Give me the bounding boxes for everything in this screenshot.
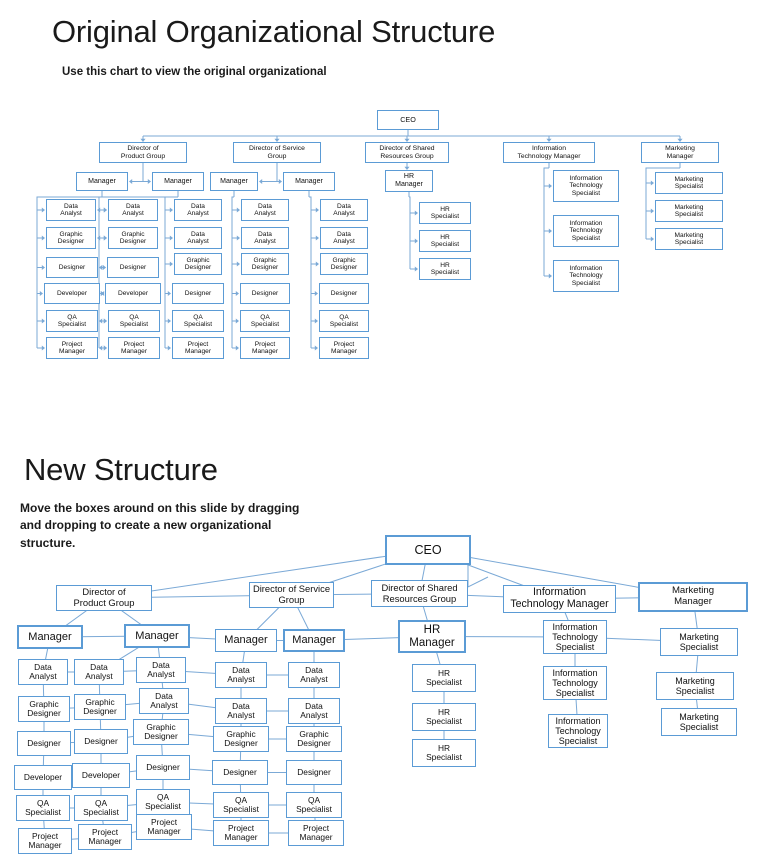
- org-node-information-technology-specialist[interactable]: Information Technology Specialist: [543, 620, 607, 654]
- org-node-designer[interactable]: Designer: [17, 731, 71, 756]
- org-node-data-analyst[interactable]: Data Analyst: [139, 688, 189, 714]
- org-node-designer[interactable]: Designer: [286, 760, 342, 785]
- org-node-director-of-shared-resources-group[interactable]: Director of Shared Resources Group: [371, 580, 468, 607]
- org-node-ceo[interactable]: CEO: [385, 535, 471, 565]
- org-node-project-manager[interactable]: Project Manager: [18, 828, 72, 854]
- org-node-qa-specialist[interactable]: QA Specialist: [286, 792, 342, 818]
- org-node-marketing-manager[interactable]: Marketing Manager: [638, 582, 748, 612]
- org-node-data-analyst[interactable]: Data Analyst: [136, 657, 186, 683]
- org-node-manager[interactable]: Manager: [124, 624, 190, 648]
- org-node-project-manager[interactable]: Project Manager: [136, 814, 192, 840]
- org-node-data-analyst[interactable]: Data Analyst: [74, 659, 124, 685]
- org-node-information-technology-manager[interactable]: Information Technology Manager: [503, 585, 616, 613]
- slide-new-structure: New Structure Move the boxes around on t…: [0, 0, 768, 866]
- org-node-information-technology-specialist[interactable]: Information Technology Specialist: [548, 714, 608, 748]
- org-node-director-of-service-group[interactable]: Director of Service Group: [249, 582, 334, 608]
- org-node-developer[interactable]: Developer: [14, 765, 72, 790]
- org-chart-new: CEO Director of Product Group Director of S…: [0, 0, 768, 866]
- org-node-qa-specialist[interactable]: QA Specialist: [16, 795, 70, 821]
- org-node-hr-manager[interactable]: HR Manager: [398, 620, 466, 653]
- org-node-marketing-specialist[interactable]: Marketing Specialist: [656, 672, 734, 700]
- org-node-graphic-designer[interactable]: Graphic Designer: [18, 696, 70, 722]
- org-node-graphic-designer[interactable]: Graphic Designer: [286, 726, 342, 752]
- org-node-director-of-product-group[interactable]: Director of Product Group: [56, 585, 152, 611]
- org-node-qa-specialist[interactable]: QA Specialist: [74, 795, 128, 821]
- org-node-graphic-designer[interactable]: Graphic Designer: [213, 726, 269, 752]
- org-node-hr-specialist[interactable]: HR Specialist: [412, 703, 476, 731]
- org-node-project-manager[interactable]: Project Manager: [213, 820, 269, 846]
- org-node-manager[interactable]: Manager: [283, 629, 345, 652]
- org-node-data-analyst[interactable]: Data Analyst: [215, 698, 267, 724]
- org-node-marketing-specialist[interactable]: Marketing Specialist: [661, 708, 737, 736]
- org-node-qa-specialist[interactable]: QA Specialist: [213, 792, 269, 818]
- org-node-graphic-designer[interactable]: Graphic Designer: [74, 694, 126, 720]
- org-node-qa-specialist[interactable]: QA Specialist: [136, 789, 190, 815]
- org-node-data-analyst[interactable]: Data Analyst: [18, 659, 68, 685]
- org-node-data-analyst[interactable]: Data Analyst: [215, 662, 267, 688]
- org-node-project-manager[interactable]: Project Manager: [288, 820, 344, 846]
- org-node-graphic-designer[interactable]: Graphic Designer: [133, 719, 189, 745]
- org-node-manager[interactable]: Manager: [215, 629, 277, 652]
- org-node-developer[interactable]: Developer: [72, 763, 130, 788]
- org-node-data-analyst[interactable]: Data Analyst: [288, 662, 340, 688]
- org-node-hr-specialist[interactable]: HR Specialist: [412, 739, 476, 767]
- org-node-hr-specialist[interactable]: HR Specialist: [412, 664, 476, 692]
- org-node-marketing-specialist[interactable]: Marketing Specialist: [660, 628, 738, 656]
- org-node-designer[interactable]: Designer: [74, 729, 128, 754]
- org-node-designer[interactable]: Designer: [136, 755, 190, 780]
- org-node-designer[interactable]: Designer: [212, 760, 268, 785]
- org-node-manager[interactable]: Manager: [17, 625, 83, 649]
- org-node-data-analyst[interactable]: Data Analyst: [288, 698, 340, 724]
- org-node-project-manager[interactable]: Project Manager: [78, 824, 132, 850]
- org-node-information-technology-specialist[interactable]: Information Technology Specialist: [543, 666, 607, 700]
